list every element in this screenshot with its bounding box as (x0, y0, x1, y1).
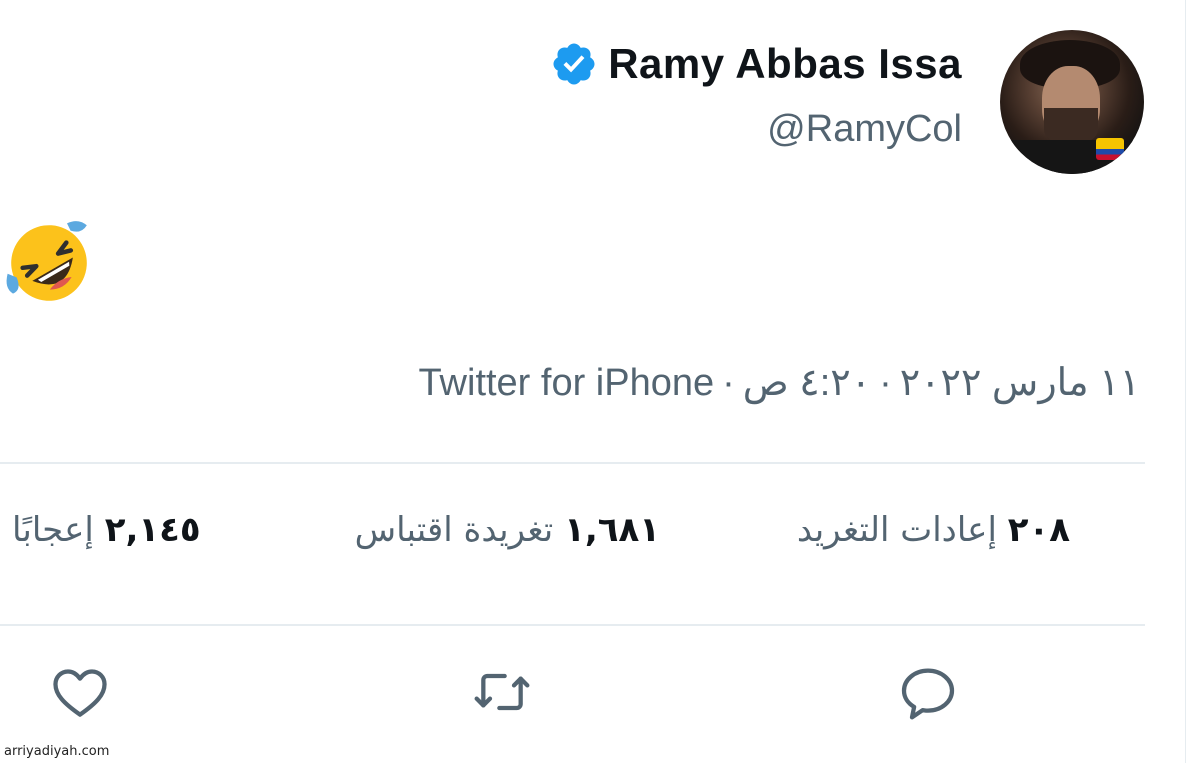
retweets-count: ٢٠٨ (1007, 510, 1070, 550)
user-handle[interactable]: @RamyCol (767, 108, 962, 151)
watermark: arriyadiyah.com (4, 744, 110, 759)
rolling-on-floor-laughing-emoji-icon (6, 221, 87, 301)
tweet-time[interactable]: ٤:٢٠ ص (743, 362, 871, 404)
quotes-stat[interactable]: ١,٦٨١ تغريدة اقتباس (355, 510, 660, 550)
likes-label: إعجابًا (12, 510, 94, 550)
divider (0, 624, 1145, 626)
tweet-source[interactable]: Twitter for iPhone (418, 362, 714, 404)
avatar[interactable] (1000, 30, 1144, 174)
quotes-count: ١,٦٨١ (564, 510, 660, 550)
likes-count: ٢,١٤٥ (104, 510, 201, 550)
reply-icon[interactable] (896, 660, 960, 724)
likes-stat[interactable]: ٢,١٤٥ إعجابًا (12, 510, 201, 550)
divider (0, 462, 1145, 464)
retweet-icon[interactable] (470, 660, 534, 724)
like-icon[interactable] (48, 660, 112, 724)
user-name-row[interactable]: Ramy Abbas Issa (550, 40, 962, 88)
stats-row: ٢٠٨ إعادات التغريد ١,٦٨١ تغريدة اقتباس ٢… (0, 510, 1140, 580)
tweet-date[interactable]: ١١ مارس ٢٠٢٢ (900, 362, 1140, 404)
display-name[interactable]: Ramy Abbas Issa (608, 40, 962, 88)
card-edge-border (1185, 0, 1186, 763)
tweet-card: Ramy Abbas Issa @RamyCol Twitter for iPh… (0, 0, 1200, 763)
retweets-label: إعادات التغريد (796, 510, 997, 550)
tweet-meta: Twitter for iPhone · ١١ مارس ٢٠٢٢·٤:٢٠ ص (418, 362, 1140, 404)
flag-icon (1096, 138, 1124, 160)
verified-badge-icon (553, 43, 595, 85)
retweets-stat[interactable]: ٢٠٨ إعادات التغريد (797, 510, 1070, 550)
quotes-label: تغريدة اقتباس (354, 510, 554, 550)
